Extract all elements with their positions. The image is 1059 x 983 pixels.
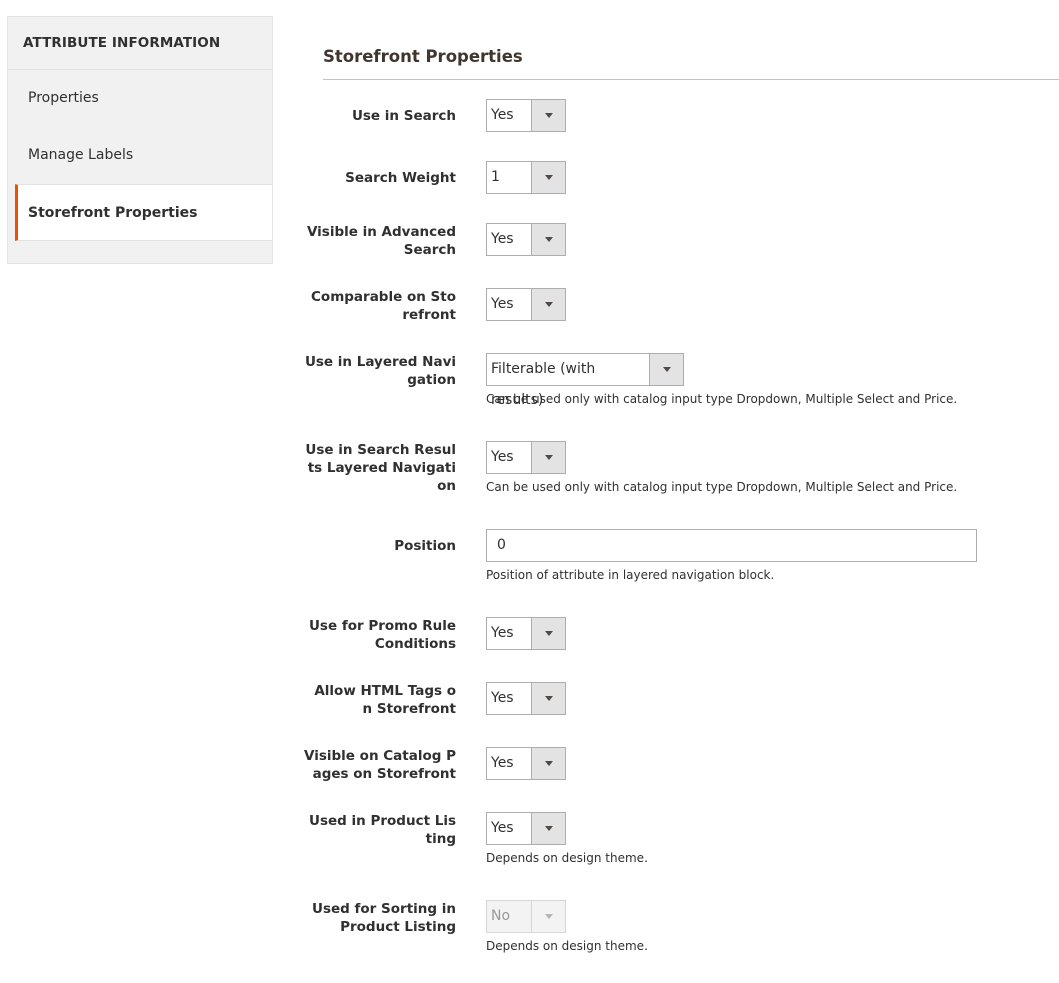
select-value: Yes [491, 755, 514, 771]
field-label: Used for Sorting in Product Listing [300, 900, 456, 936]
html-tags-storefront-select[interactable]: Yes [486, 682, 566, 715]
dropdown-button[interactable] [531, 748, 565, 779]
select-value: No [491, 908, 511, 924]
dropdown-button[interactable] [531, 100, 565, 131]
label-line: Conditions [374, 636, 456, 652]
label-line: Use in Search Resul [305, 442, 456, 458]
section-title: Storefront Properties [323, 47, 523, 66]
sidebar-title: ATTRIBUTE INFORMATION [8, 17, 272, 70]
sidebar-item-storefront-properties[interactable]: Storefront Properties [15, 184, 272, 241]
promo-rule-conditions-select[interactable]: Yes [486, 617, 566, 650]
select-value: Yes [491, 449, 514, 465]
sidebar-item-manage-labels[interactable]: Manage Labels [8, 127, 272, 184]
select-value: Yes [491, 690, 514, 706]
field-label: Use for Promo Rule Conditions [300, 617, 456, 653]
product-listing-select[interactable]: Yes [486, 812, 566, 845]
select-value: Yes [491, 296, 514, 312]
field-label: Allow HTML Tags o n Storefront [300, 682, 456, 718]
label-line: Used for Sorting in [312, 901, 456, 917]
caret-down-icon [544, 113, 553, 118]
dropdown-button[interactable] [531, 162, 565, 193]
dropdown-button[interactable] [531, 813, 565, 844]
label-line: Visible on Catalog P [304, 748, 456, 764]
label-line: Use for Promo Rule [308, 618, 456, 634]
field-label: Comparable on Sto refront [300, 288, 456, 324]
field-label: Search Weight [345, 170, 456, 186]
visible-catalog-pages-select[interactable]: Yes [486, 747, 566, 780]
field-note: Can be used only with catalog input type… [486, 392, 958, 406]
select-value: Yes [491, 820, 514, 836]
caret-down-icon [544, 237, 553, 242]
caret-down-icon [544, 631, 553, 636]
select-value: Yes [491, 231, 514, 247]
field-note: Position of attribute in layered navigat… [486, 568, 775, 582]
label-line: Visible in Advanced [306, 224, 456, 240]
label-line: Search [403, 242, 456, 258]
comparable-storefront-select[interactable]: Yes [486, 288, 566, 321]
field-label: Use in Search [351, 108, 456, 124]
field-label: Visible on Catalog P ages on Storefront [300, 747, 456, 783]
label-line: refront [402, 307, 456, 323]
dropdown-button[interactable] [531, 683, 565, 714]
label-line: ting [425, 831, 456, 847]
caret-down-icon [544, 455, 553, 460]
field-label: Position [394, 538, 456, 554]
sidebar-attribute-information: ATTRIBUTE INFORMATION Properties Manage … [7, 16, 273, 264]
caret-down-icon [544, 302, 553, 307]
caret-down-icon [544, 826, 553, 831]
label-line: ts Layered Navigati [307, 460, 456, 476]
dropdown-button[interactable] [649, 354, 683, 385]
position-input[interactable]: 0 [486, 529, 977, 562]
dropdown-button[interactable] [531, 224, 565, 255]
dropdown-button[interactable] [531, 618, 565, 649]
field-note: Depends on design theme. [486, 851, 648, 865]
visible-advanced-search-select[interactable]: Yes [486, 223, 566, 256]
field-label: Visible in Advanced Search [300, 223, 456, 259]
select-value: Yes [491, 625, 514, 641]
use-in-search-select[interactable]: Yes [486, 99, 566, 132]
layered-navigation-select[interactable]: Filterable (with results) [486, 353, 684, 408]
caret-down-icon [544, 696, 553, 701]
dropdown-button [531, 901, 565, 932]
sidebar-item-properties[interactable]: Properties [8, 70, 272, 127]
field-label: Use in Search Resul ts Layered Navigati … [300, 441, 456, 495]
field-label: Use in Layered Navi gation [300, 353, 456, 389]
label-line: ages on Storefront [312, 766, 456, 782]
caret-down-icon [544, 175, 553, 180]
search-results-layered-navigation-select[interactable]: Yes [486, 441, 566, 474]
field-label: Used in Product Lis ting [300, 812, 456, 848]
dropdown-button[interactable] [531, 289, 565, 320]
select-value: 1 [491, 169, 500, 185]
dropdown-button[interactable] [531, 442, 565, 473]
label-line: Used in Product Lis [309, 813, 456, 829]
select-value: Yes [491, 107, 514, 123]
sorting-product-listing-select: No [486, 900, 566, 933]
label-line: gation [407, 372, 456, 388]
field-note: Depends on design theme. [486, 939, 648, 953]
field-note: Can be used only with catalog input type… [486, 480, 958, 494]
select-value: Filterable (with results) [491, 361, 596, 408]
label-line: Allow HTML Tags o [314, 683, 456, 699]
label-line: n Storefront [362, 701, 456, 717]
label-line: on [437, 478, 456, 494]
caret-down-icon [544, 761, 553, 766]
label-line: Product Listing [340, 919, 456, 935]
section-divider [323, 79, 1059, 80]
label-line: Comparable on Sto [311, 289, 456, 305]
caret-down-icon [544, 914, 553, 919]
search-weight-select[interactable]: 1 [486, 161, 566, 194]
label-line: Use in Layered Navi [304, 354, 456, 370]
caret-down-icon [662, 367, 671, 372]
